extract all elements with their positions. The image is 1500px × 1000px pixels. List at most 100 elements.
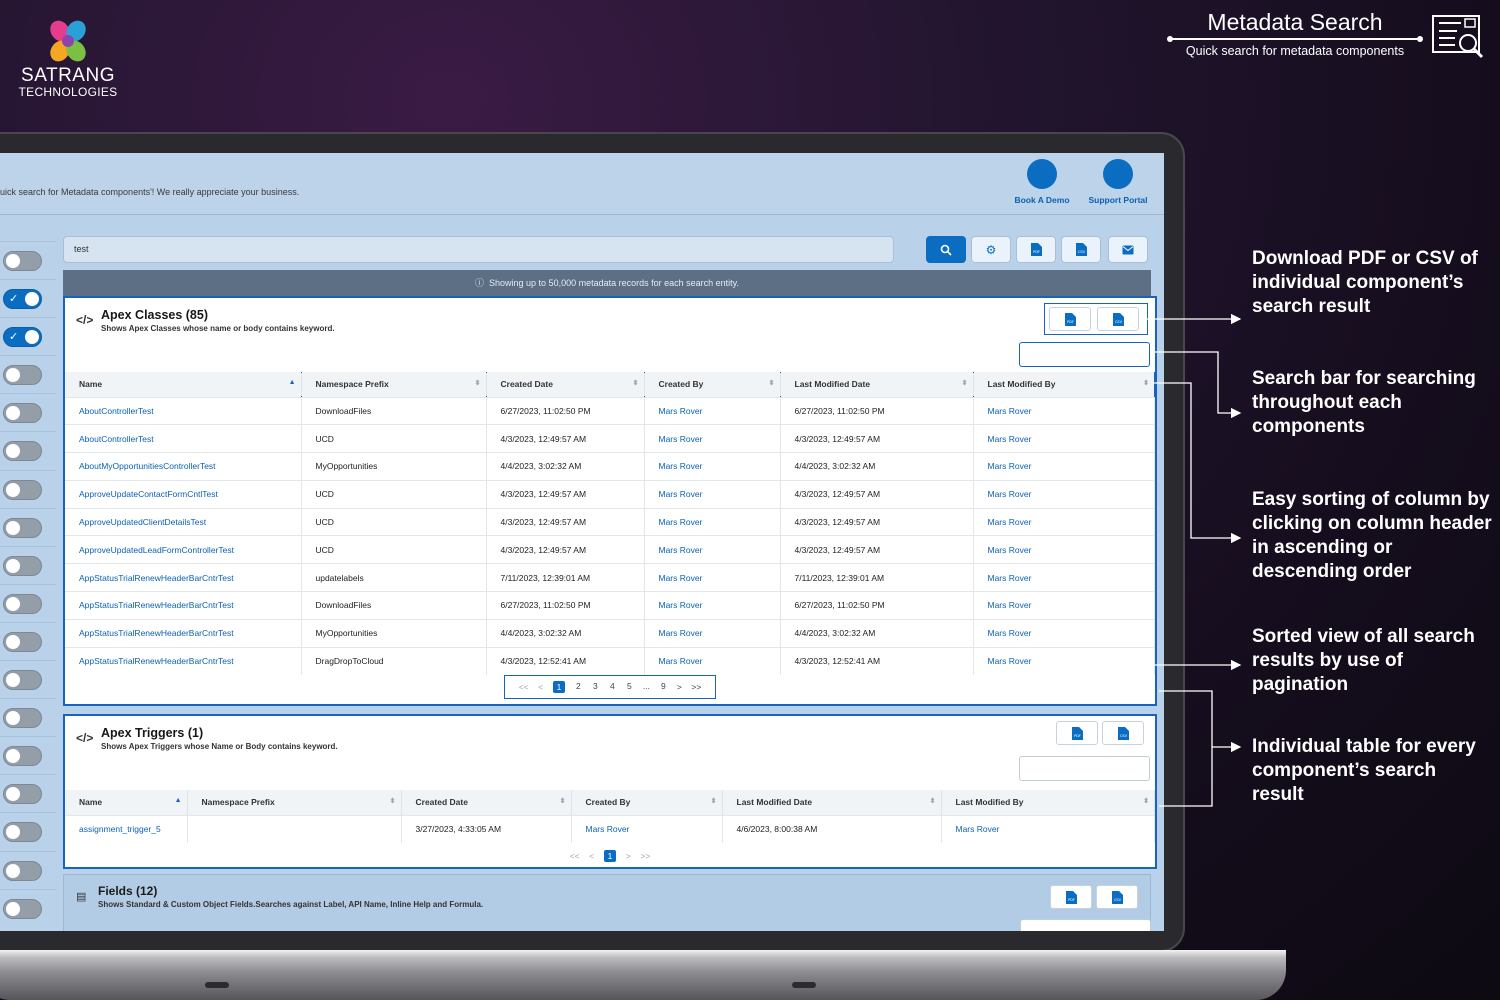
apex-triggers-pdf-button[interactable]: PDF bbox=[1056, 721, 1098, 745]
prev-page-button[interactable]: < bbox=[537, 682, 545, 692]
sort-icon[interactable]: ⬍ bbox=[560, 797, 566, 805]
column-header[interactable]: Created Date ⬍ bbox=[401, 790, 572, 815]
table-cell-link[interactable]: Mars Rover bbox=[644, 424, 781, 453]
table-cell-link[interactable]: AppStatusTrialRenewHeaderBarCntrTest bbox=[65, 646, 302, 675]
table-cell-link[interactable]: AppStatusTrialRenewHeaderBarCntrTest bbox=[65, 591, 302, 620]
entity-toggle[interactable] bbox=[3, 822, 42, 843]
entity-toggle[interactable] bbox=[3, 631, 42, 652]
book-demo-button[interactable]: Book A Demo bbox=[1006, 159, 1078, 205]
table-cell-link[interactable]: AppStatusTrialRenewHeaderBarCntrTest bbox=[65, 618, 302, 648]
column-header[interactable]: Name ▲ bbox=[65, 790, 188, 815]
page-1-button[interactable]: 1 bbox=[603, 849, 617, 862]
column-header[interactable]: Last Modified Date ⬍ bbox=[722, 790, 942, 815]
prev-page-button[interactable]: < bbox=[588, 851, 596, 861]
apex-triggers-csv-button[interactable]: CSV bbox=[1102, 721, 1144, 745]
table-cell-link[interactable]: Mars Rover bbox=[644, 591, 781, 620]
global-search-input[interactable]: test bbox=[63, 236, 894, 263]
table-cell-link[interactable]: Mars Rover bbox=[973, 646, 1155, 675]
entity-toggle[interactable] bbox=[3, 403, 42, 424]
sort-icon[interactable]: ⬍ bbox=[962, 379, 968, 387]
page-number-button[interactable]: 2 bbox=[574, 681, 582, 693]
table-cell-link[interactable]: AppStatusTrialRenewHeaderBarCntrTest bbox=[65, 563, 302, 592]
sort-icon[interactable]: ⬍ bbox=[711, 797, 717, 805]
search-button[interactable] bbox=[926, 236, 966, 263]
last-page-button[interactable]: >> bbox=[691, 682, 701, 692]
sort-icon[interactable]: ⬍ bbox=[1143, 379, 1149, 387]
entity-toggle[interactable] bbox=[3, 441, 42, 462]
entity-toggle[interactable] bbox=[3, 708, 42, 729]
sort-ascending-icon[interactable]: ▲ bbox=[175, 797, 182, 804]
column-header[interactable]: Created By ⬍ bbox=[571, 790, 723, 815]
first-page-button[interactable]: << bbox=[570, 851, 580, 861]
entity-toggle[interactable] bbox=[3, 898, 42, 919]
table-cell-link[interactable]: assignment_trigger_5 bbox=[65, 814, 188, 843]
entity-toggle[interactable] bbox=[3, 784, 42, 805]
entity-toggle[interactable] bbox=[3, 365, 42, 386]
first-page-button[interactable]: << bbox=[519, 682, 529, 692]
entity-toggle[interactable] bbox=[3, 670, 42, 691]
entity-toggle[interactable] bbox=[3, 746, 42, 767]
sort-icon[interactable]: ⬍ bbox=[1143, 797, 1149, 805]
table-cell-link[interactable]: Mars Rover bbox=[973, 424, 1155, 453]
column-header[interactable]: Created By ⬍ bbox=[644, 372, 781, 397]
table-cell-link[interactable]: ApproveUpdatedLeadFormControllerTest bbox=[65, 535, 302, 564]
entity-toggle[interactable] bbox=[3, 251, 42, 271]
page-number-button[interactable]: 4 bbox=[608, 681, 616, 693]
page-number-button[interactable]: 3 bbox=[591, 681, 599, 693]
email-button[interactable] bbox=[1108, 236, 1148, 263]
sort-icon[interactable]: ⬍ bbox=[633, 379, 639, 387]
table-cell-link[interactable]: ApproveUpdatedClientDetailsTest bbox=[65, 507, 302, 536]
entity-toggle[interactable] bbox=[3, 860, 42, 881]
entity-toggle[interactable] bbox=[3, 517, 42, 538]
entity-toggle[interactable] bbox=[3, 555, 42, 576]
table-cell-link[interactable]: Mars Rover bbox=[941, 814, 1155, 843]
support-portal-button[interactable]: Support Portal bbox=[1082, 159, 1154, 205]
column-header[interactable]: Namespace Prefix ⬍ bbox=[301, 372, 487, 397]
last-page-button[interactable]: >> bbox=[640, 851, 650, 861]
table-cell-link[interactable]: Mars Rover bbox=[973, 535, 1155, 564]
table-cell-link[interactable]: AboutControllerTest bbox=[65, 424, 302, 453]
entity-toggle[interactable]: ✓ bbox=[3, 327, 42, 348]
export-all-pdf-button[interactable]: PDF bbox=[1016, 236, 1056, 263]
sort-icon[interactable]: ⬍ bbox=[475, 379, 481, 387]
next-page-button[interactable]: > bbox=[624, 851, 632, 861]
table-cell-link[interactable]: Mars Rover bbox=[973, 479, 1155, 509]
column-header[interactable]: Last Modified By ⬍ bbox=[941, 790, 1155, 815]
entity-toggle[interactable] bbox=[3, 593, 42, 614]
column-header[interactable]: Last Modified Date ⬍ bbox=[780, 372, 974, 397]
table-cell-link[interactable]: AboutMyOpportunitiesControllerTest bbox=[65, 452, 302, 481]
column-header[interactable]: Namespace Prefix ⬍ bbox=[187, 790, 402, 815]
table-cell-link[interactable]: Mars Rover bbox=[973, 591, 1155, 620]
entity-toggle[interactable] bbox=[3, 479, 42, 500]
table-cell-link[interactable]: Mars Rover bbox=[644, 507, 781, 536]
table-cell-link[interactable]: Mars Rover bbox=[973, 396, 1155, 425]
table-cell-link[interactable]: Mars Rover bbox=[644, 618, 781, 648]
page-number-button[interactable]: 5 bbox=[625, 681, 633, 693]
sort-icon[interactable]: ⬍ bbox=[390, 797, 396, 805]
apex-triggers-search-input[interactable] bbox=[1019, 756, 1150, 781]
table-cell-link[interactable]: Mars Rover bbox=[973, 618, 1155, 648]
table-cell-link[interactable]: ApproveUpdateContactFormCntlTest bbox=[65, 479, 302, 509]
table-cell-link[interactable]: Mars Rover bbox=[644, 452, 781, 481]
entity-toggle[interactable]: ✓ bbox=[3, 289, 42, 310]
page-number-button[interactable]: 1 bbox=[552, 680, 566, 693]
sort-ascending-icon[interactable]: ▲ bbox=[289, 379, 296, 386]
table-cell-link[interactable]: Mars Rover bbox=[644, 535, 781, 564]
sort-icon[interactable]: ⬍ bbox=[930, 797, 936, 805]
next-page-button[interactable]: > bbox=[675, 682, 683, 692]
table-cell-link[interactable]: Mars Rover bbox=[644, 396, 781, 425]
table-cell-link[interactable]: Mars Rover bbox=[644, 646, 781, 675]
table-cell-link[interactable]: Mars Rover bbox=[973, 452, 1155, 481]
table-cell-link[interactable]: Mars Rover bbox=[571, 814, 723, 843]
column-header[interactable]: Last Modified By ⬍ bbox=[973, 372, 1155, 397]
apex-classes-search-input[interactable] bbox=[1019, 342, 1150, 367]
table-cell-link[interactable]: Mars Rover bbox=[644, 479, 781, 509]
column-header[interactable]: Created Date ⬍ bbox=[486, 372, 645, 397]
table-cell-link[interactable]: Mars Rover bbox=[973, 507, 1155, 536]
table-cell-link[interactable]: Mars Rover bbox=[973, 563, 1155, 592]
fields-search-input[interactable] bbox=[1020, 919, 1151, 931]
export-all-csv-button[interactable]: CSV bbox=[1061, 236, 1101, 263]
sort-icon[interactable]: ⬍ bbox=[769, 379, 775, 387]
settings-button[interactable]: ⚙ bbox=[971, 236, 1011, 263]
page-number-button[interactable]: 9 bbox=[659, 681, 667, 693]
